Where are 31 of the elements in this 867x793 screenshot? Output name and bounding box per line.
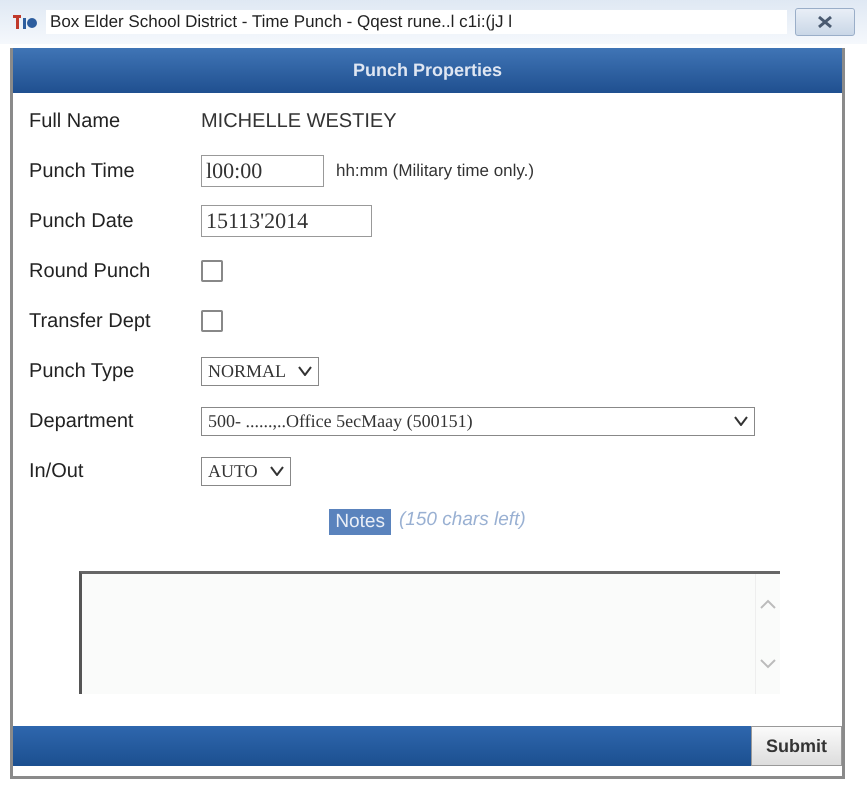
text-field[interactable]: l00:00	[201, 155, 324, 187]
dropdown[interactable]: NORMAL	[201, 356, 320, 386]
field-label: Punch Date	[29, 210, 135, 232]
text-field[interactable]: 15113'2014	[201, 205, 372, 237]
checkbox[interactable]	[201, 310, 223, 332]
field-label: Transfer Dept	[29, 310, 152, 332]
field-label: Department	[29, 410, 134, 432]
format-hint: hh:mm (Military time only.)	[336, 161, 534, 181]
character-counter: (150 chars left)	[398, 509, 526, 532]
submit-button[interactable]: Submit	[751, 726, 842, 766]
checkbox[interactable]	[201, 260, 223, 282]
field-label: Punch Type	[29, 360, 136, 382]
caret-icon	[734, 416, 748, 426]
field-label: Full Name	[29, 110, 122, 132]
caret-icon	[298, 366, 312, 376]
field-label: Round Punch	[29, 260, 152, 282]
notes-label: Notes	[329, 509, 391, 535]
scroll-up-icon[interactable]	[760, 599, 776, 609]
app-logo-icon	[12, 12, 38, 32]
scroll-down-icon[interactable]	[760, 659, 776, 669]
window-title: Box Elder School District - Time Punch - Qqest rune..l c1i:(jJ l	[46, 10, 787, 34]
close-button[interactable]	[795, 8, 855, 36]
dialog-header: Punch Properties	[13, 48, 842, 93]
field-label: In/Out	[29, 460, 84, 482]
dropdown[interactable]: 500- ......,..Office 5ecMaay (500151)	[201, 406, 755, 436]
field-label: Punch Time	[29, 160, 136, 182]
close-icon	[816, 15, 834, 29]
dropdown[interactable]: AUTO	[201, 456, 291, 486]
caret-icon	[270, 466, 284, 476]
name-value: MICHELLE WESTIEY	[201, 110, 397, 132]
notes-field[interactable]	[79, 571, 780, 694]
